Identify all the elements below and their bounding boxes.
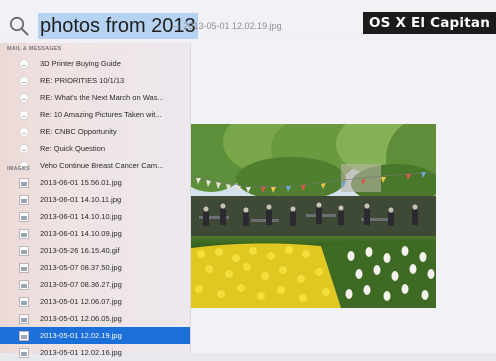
os-version-badge: OS X El Capitan [363,12,496,34]
search-completion-hint: — 2013-05-01 12.02.19.jpg [172,21,282,31]
image-file-icon [19,211,29,222]
image-result-label: 2013-05-07 08.36.27.jpg [40,280,122,289]
mail-icon [19,109,29,120]
image-result-row[interactable]: 2013-05-26 16.15.40.gif [0,242,190,259]
image-result-label: 2013-05-01 12.06.05.jpg [40,314,122,323]
image-file-icon [19,262,29,273]
image-result-label: 2013-06-01 14.10.10.jpg [40,212,122,221]
image-result-row[interactable]: 2013-06-01 14.10.09.jpg [0,225,190,242]
image-result-label: 2013-05-01 12.06.07.jpg [40,297,122,306]
section-header-images: IMAGES [7,166,30,172]
search-icon [9,16,29,36]
mail-result-row[interactable]: RE: What's the Next March on Was... [0,89,190,106]
mail-icon [19,92,29,103]
image-result-row[interactable]: 2013-05-07 08.36.27.jpg [0,276,190,293]
results-list[interactable]: MAIL & MESSAGES 3D Printer Buying Guide R… [0,43,191,358]
image-file-icon [19,313,29,324]
image-file-icon [19,177,29,188]
mail-result-label: 3D Printer Buying Guide [40,59,121,68]
preview-photo [191,124,436,308]
spotlight-search-bar[interactable]: photos from 2013 — 2013-05-01 12.02.19.j… [0,6,360,46]
mail-result-row[interactable]: Re: Quick Question [0,140,190,157]
mail-result-label: RE: CNBC Opportunity [40,127,117,136]
image-result-row[interactable]: 2013-06-01 15.56.01.jpg [0,174,190,191]
image-file-icon [19,194,29,205]
image-result-label: 2013-05-07 08.37.50.jpg [40,263,122,272]
section-header-mail: MAIL & MESSAGES [7,46,62,52]
image-result-label: 2013-06-01 14.10.09.jpg [40,229,122,238]
mail-result-label: Veho Continue Breast Cancer Cam... [40,161,164,170]
image-file-icon [19,245,29,256]
image-result-row[interactable]: 2013-06-01 14.10.11.jpg [0,191,190,208]
image-result-label: 2013-05-01 12.02.19.jpg [40,331,122,340]
image-result-row[interactable]: 2013-05-07 08.37.50.jpg [0,259,190,276]
image-file-icon [19,279,29,290]
mail-result-label: RE: What's the Next March on Was... [40,93,164,102]
image-file-icon [19,330,29,341]
mail-icon [19,75,29,86]
mail-result-label: RE: PRIORITIES 10/1/13 [40,76,125,85]
image-result-label: 2013-06-01 15.56.01.jpg [40,178,122,187]
image-result-row[interactable]: 2013-05-01 12.06.07.jpg [0,293,190,310]
mail-icon [19,58,29,69]
image-file-icon [19,228,29,239]
image-result-row[interactable]: 2013-05-01 12.06.05.jpg [0,310,190,327]
mail-result-row[interactable]: Re: 10 Amazing Pictures Taken wit... [0,106,190,123]
mail-result-label: Re: Quick Question [40,144,106,153]
image-result-row[interactable]: 2013-06-01 14.10.10.jpg [0,208,190,225]
mail-result-row[interactable]: RE: CNBC Opportunity [0,123,190,140]
mail-icon [19,126,29,137]
image-result-label: 2013-06-01 14.10.11.jpg [40,195,122,204]
mail-icon [19,143,29,154]
mail-result-row[interactable]: 3D Printer Buying Guide [0,55,190,72]
image-result-row[interactable]: 2013-05-01 12.02.19.jpg [0,327,190,344]
mail-result-label: Re: 10 Amazing Pictures Taken wit... [40,110,162,119]
image-result-label: 2013-05-26 16.15.40.gif [40,246,120,255]
image-file-icon [19,296,29,307]
mail-result-row[interactable]: RE: PRIORITIES 10/1/13 [0,72,190,89]
